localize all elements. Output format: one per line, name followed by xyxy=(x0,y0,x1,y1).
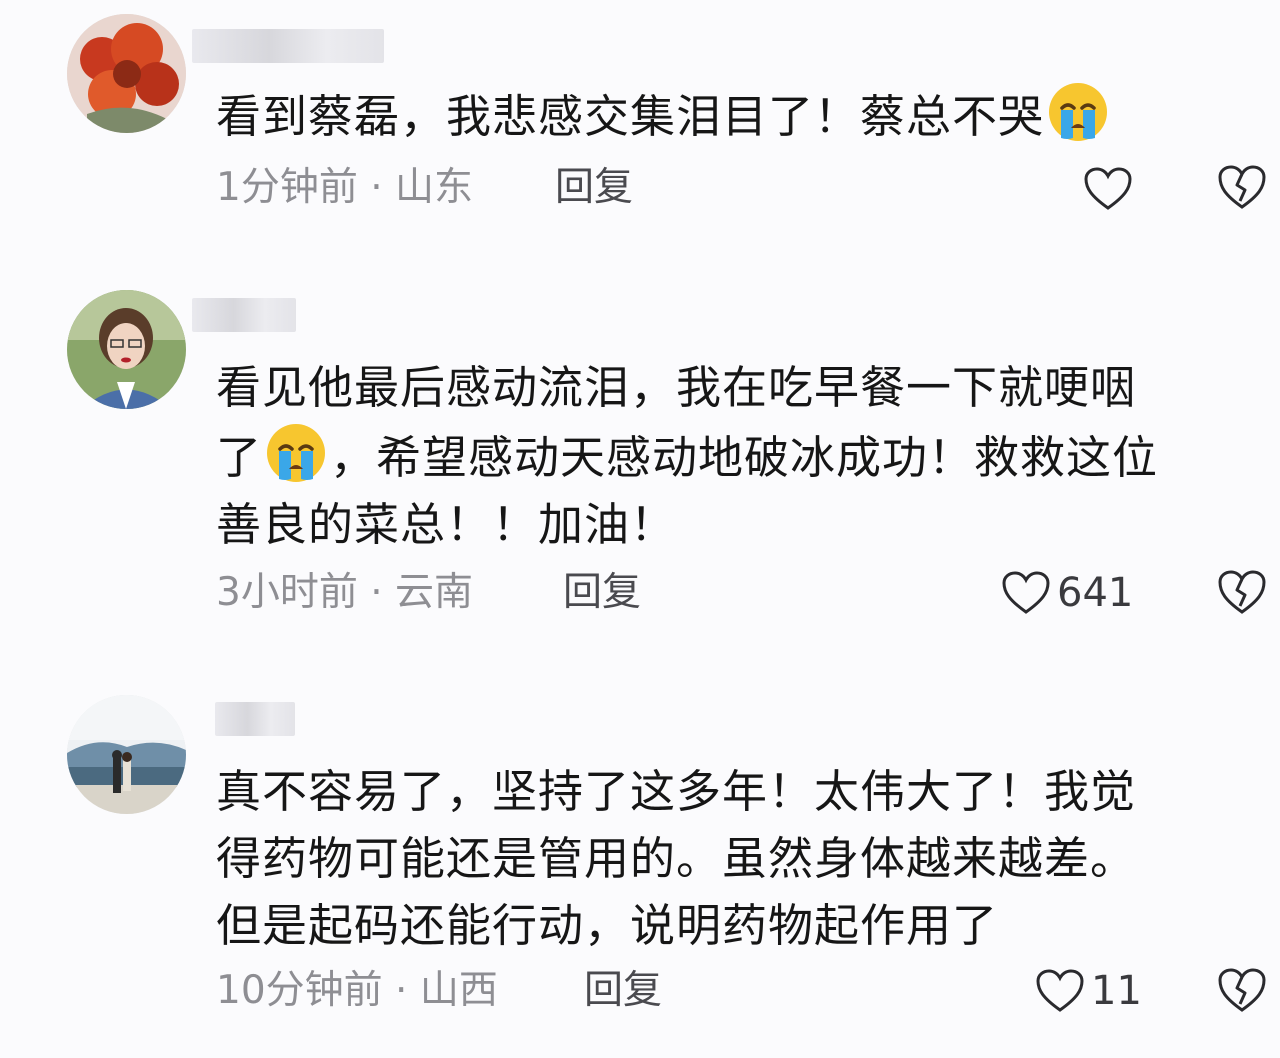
comment-item: 真不容易了，坚持了这多年！太伟大了！我觉 得药物可能还是管用的。虽然身体越来越差… xyxy=(0,0,1280,1058)
comment-location: 山西 xyxy=(419,968,498,1013)
comment-time: 10分钟前 xyxy=(216,968,383,1013)
like-button[interactable]: 11 xyxy=(1035,963,1142,1019)
meta-separator: · xyxy=(395,968,408,1013)
broken-heart-icon xyxy=(1218,968,1266,1012)
comment-list: 看到蔡磊，我悲感交集泪目了！蔡总不哭 1分钟前 · 山东 回复 看见他最后感动流… xyxy=(0,0,1280,1058)
comment-meta: 10分钟前 · 山西 xyxy=(216,966,498,1016)
avatar[interactable] xyxy=(67,695,186,814)
heart-outline-icon xyxy=(1036,969,1084,1012)
dislike-button[interactable] xyxy=(1216,966,1268,1018)
username-redacted xyxy=(215,702,295,736)
like-count: 11 xyxy=(1091,968,1142,1014)
comment-line: 但是起码还能行动，说明药物起作用了 xyxy=(216,899,999,952)
comment-line: 真不容易了，坚持了这多年！太伟大了！我觉 xyxy=(216,765,1137,818)
reply-button[interactable]: 回复 xyxy=(584,966,662,1016)
comment-text: 真不容易了，坚持了这多年！太伟大了！我觉 得药物可能还是管用的。虽然身体越来越差… xyxy=(216,758,1266,959)
comment-line: 得药物可能还是管用的。虽然身体越来越差。 xyxy=(216,832,1137,885)
